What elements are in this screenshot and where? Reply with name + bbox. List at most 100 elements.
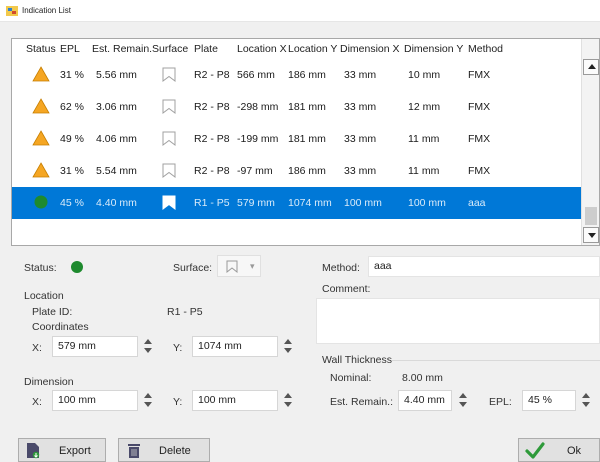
surface-icon bbox=[162, 67, 176, 82]
table-row[interactable]: 45 % 4.40 mm R1 - P5 579 mm 1074 mm 100 mm 100… bbox=[12, 187, 582, 219]
cell-dim-x: 33 mm bbox=[344, 69, 377, 81]
cell-loc-y: 186 mm bbox=[288, 69, 326, 81]
cell-dim-x: 33 mm bbox=[344, 165, 377, 177]
comment-label: Comment: bbox=[322, 283, 371, 295]
comment-textarea[interactable] bbox=[316, 298, 600, 344]
est-remain-input[interactable]: 4.40 mm bbox=[398, 390, 452, 411]
warning-icon bbox=[32, 66, 50, 82]
col-est-remain[interactable]: Est. Remain. bbox=[92, 43, 152, 55]
surface-dropdown[interactable]: ▾ bbox=[217, 255, 261, 277]
table-row[interactable]: 49 % 4.06 mm R2 - P8 -199 mm 181 mm 33 mm 11 m… bbox=[12, 123, 582, 155]
scroll-thumb[interactable] bbox=[585, 207, 597, 225]
ok-label: Ok bbox=[567, 445, 582, 457]
surface-icon bbox=[162, 163, 176, 178]
plate-id-value: R1 - P5 bbox=[167, 306, 203, 318]
cell-dim-x: 33 mm bbox=[344, 133, 377, 145]
cell-plate: R2 - P8 bbox=[194, 101, 230, 113]
cell-plate: R1 - P5 bbox=[194, 197, 230, 209]
status-label: Status: bbox=[24, 262, 57, 274]
cell-dim-y: 10 mm bbox=[408, 69, 441, 81]
cell-loc-x: -298 mm bbox=[237, 101, 279, 113]
surface-icon bbox=[162, 195, 176, 210]
cell-loc-x: -199 mm bbox=[237, 133, 279, 145]
epl-stepper[interactable] bbox=[582, 392, 592, 410]
chevron-down-icon: ▾ bbox=[250, 261, 255, 271]
est-remain-stepper[interactable] bbox=[459, 392, 469, 410]
dim-y-label: Y: bbox=[173, 396, 183, 408]
warning-icon bbox=[32, 162, 50, 178]
cell-method: FMX bbox=[468, 165, 491, 177]
wall-thickness-divider bbox=[392, 360, 600, 361]
warning-icon bbox=[32, 130, 50, 146]
dimension-y-input[interactable]: 100 mm bbox=[192, 390, 278, 411]
cell-loc-x: 579 mm bbox=[237, 197, 275, 209]
cell-epl: 31 % bbox=[60, 165, 84, 177]
cell-est-remain: 5.56 mm bbox=[96, 69, 137, 81]
location-x-input[interactable]: 579 mm bbox=[52, 336, 138, 357]
col-method[interactable]: Method bbox=[468, 43, 503, 55]
epl-input[interactable]: 45 % bbox=[522, 390, 576, 411]
delete-button[interactable]: Delete bbox=[118, 438, 210, 462]
location-y-input[interactable]: 1074 mm bbox=[192, 336, 278, 357]
cell-dim-y: 11 mm bbox=[408, 133, 440, 145]
scroll-down-button[interactable] bbox=[583, 227, 599, 243]
col-plate[interactable]: Plate bbox=[194, 43, 218, 55]
cell-method: aaa bbox=[468, 197, 486, 209]
method-label: Method: bbox=[322, 262, 360, 274]
nominal-label: Nominal: bbox=[330, 372, 372, 384]
col-location-y[interactable]: Location Y bbox=[288, 43, 337, 55]
col-dimension-y[interactable]: Dimension Y bbox=[404, 43, 463, 55]
dimension-label: Dimension bbox=[24, 376, 74, 388]
cell-plate: R2 - P8 bbox=[194, 165, 230, 177]
plate-id-label: Plate ID: bbox=[32, 306, 73, 318]
scroll-up-button[interactable] bbox=[583, 59, 599, 75]
trash-icon bbox=[128, 444, 140, 458]
cell-est-remain: 4.40 mm bbox=[96, 197, 137, 209]
ok-button[interactable]: Ok bbox=[518, 438, 600, 462]
cell-epl: 49 % bbox=[60, 133, 84, 145]
table-row[interactable]: 31 % 5.56 mm R2 - P8 566 mm 186 mm 33 mm 10 mm… bbox=[12, 59, 582, 91]
cell-epl: 62 % bbox=[60, 101, 84, 113]
method-input[interactable]: aaa bbox=[368, 256, 600, 277]
col-status[interactable]: Status bbox=[26, 43, 56, 55]
export-label: Export bbox=[59, 445, 91, 457]
export-icon bbox=[27, 443, 40, 459]
col-dimension-x[interactable]: Dimension X bbox=[340, 43, 400, 55]
cell-method: FMX bbox=[468, 101, 491, 113]
surface-label: Surface: bbox=[173, 262, 213, 274]
status-ok-icon bbox=[71, 261, 83, 273]
table-row[interactable]: 31 % 5.54 mm R2 - P8 -97 mm 186 mm 33 mm 11 mm… bbox=[12, 155, 582, 187]
dim-x-label: X: bbox=[32, 396, 42, 408]
title-bar: Indication List bbox=[0, 0, 600, 22]
wall-thickness-label: Wall Thickness bbox=[322, 354, 393, 366]
export-button[interactable]: Export bbox=[18, 438, 106, 462]
cell-dim-y: 11 mm bbox=[408, 165, 440, 177]
dimension-x-input[interactable]: 100 mm bbox=[52, 390, 138, 411]
cell-dim-y: 100 mm bbox=[408, 197, 446, 209]
cell-loc-x: 566 mm bbox=[237, 69, 275, 81]
nominal-value: 8.00 mm bbox=[402, 372, 443, 384]
cell-plate: R2 - P8 bbox=[194, 133, 230, 145]
surface-icon bbox=[226, 260, 238, 273]
col-epl[interactable]: EPL bbox=[60, 43, 80, 55]
table-header: Status EPL Est. Remain. Surface Plate Lo… bbox=[12, 39, 582, 59]
cell-method: FMX bbox=[468, 133, 491, 145]
cell-est-remain: 3.06 mm bbox=[96, 101, 137, 113]
dimension-y-stepper[interactable] bbox=[284, 392, 294, 410]
cell-epl: 45 % bbox=[60, 197, 84, 209]
table-row[interactable]: 62 % 3.06 mm R2 - P8 -298 mm 181 mm 33 mm 12 m… bbox=[12, 91, 582, 123]
indication-table[interactable]: Status EPL Est. Remain. Surface Plate Lo… bbox=[11, 38, 600, 246]
cell-loc-y: 181 mm bbox=[288, 101, 326, 113]
cell-dim-y: 12 mm bbox=[408, 101, 441, 113]
dimension-x-stepper[interactable] bbox=[144, 392, 154, 410]
warning-icon bbox=[32, 98, 50, 114]
location-y-stepper[interactable] bbox=[284, 338, 294, 356]
epl-label: EPL: bbox=[489, 396, 512, 408]
cell-plate: R2 - P8 bbox=[194, 69, 230, 81]
col-location-x[interactable]: Location X bbox=[237, 43, 287, 55]
col-surface[interactable]: Surface bbox=[152, 43, 188, 55]
table-scrollbar[interactable] bbox=[581, 39, 599, 245]
surface-icon bbox=[162, 99, 176, 114]
cell-est-remain: 5.54 mm bbox=[96, 165, 137, 177]
location-x-stepper[interactable] bbox=[144, 338, 154, 356]
